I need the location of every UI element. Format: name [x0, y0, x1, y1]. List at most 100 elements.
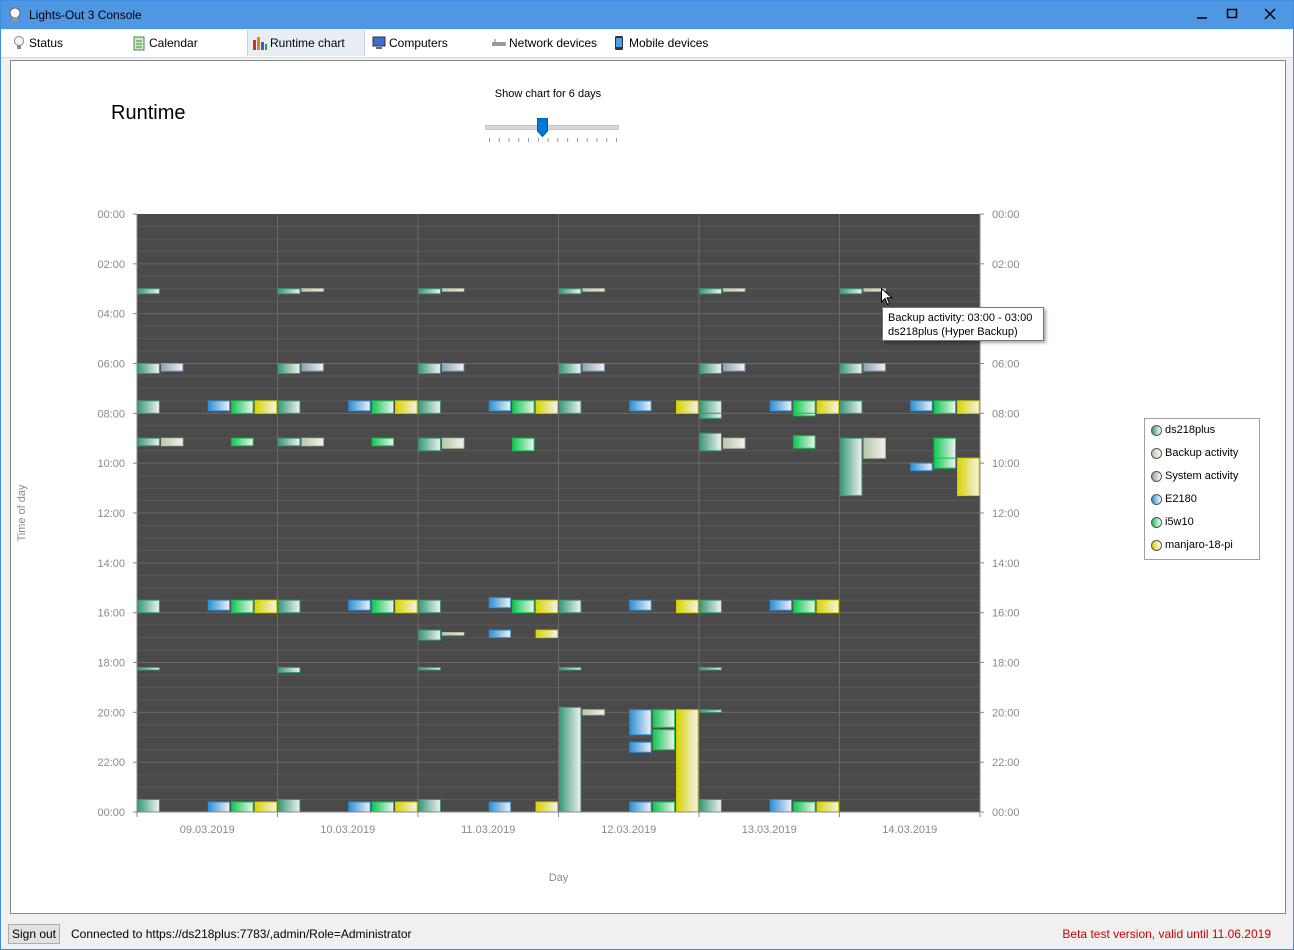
runtime-bar-backup-activity[interactable]	[441, 632, 465, 636]
runtime-bar-e2180[interactable]	[769, 599, 793, 611]
runtime-bar-ds218plus[interactable]	[559, 706, 582, 813]
runtime-bar-i5w10[interactable]	[933, 400, 957, 414]
runtime-bar-e2180[interactable]	[769, 799, 793, 813]
runtime-bar-ds218plus[interactable]	[137, 288, 160, 295]
runtime-bar-manjaro-18-pi[interactable]	[816, 801, 839, 813]
runtime-bar-backup-activity[interactable]	[722, 288, 746, 292]
runtime-bar-e2180[interactable]	[488, 801, 512, 813]
runtime-bar-ds218plus[interactable]	[418, 599, 441, 614]
runtime-bar-e2180[interactable]	[348, 801, 371, 813]
tab-status[interactable]: Status	[7, 30, 125, 56]
runtime-bar-ds218plus[interactable]	[699, 288, 722, 295]
runtime-bar-manjaro-18-pi[interactable]	[395, 400, 418, 414]
runtime-bar-manjaro-18-pi[interactable]	[676, 709, 699, 813]
runtime-bar-i5w10[interactable]	[512, 437, 535, 452]
runtime-bar-manjaro-18-pi[interactable]	[395, 801, 418, 813]
tab-calendar[interactable]: Calendar	[127, 30, 245, 56]
runtime-bar-i5w10[interactable]	[793, 412, 816, 417]
runtime-bar-ds218plus[interactable]	[699, 709, 722, 713]
runtime-bar-i5w10[interactable]	[933, 437, 957, 459]
runtime-bar-i5w10[interactable]	[371, 437, 395, 447]
runtime-bar-backup-activity[interactable]	[301, 437, 324, 447]
runtime-bar-e2180[interactable]	[629, 599, 652, 611]
runtime-bar-backup-activity[interactable]	[301, 288, 324, 292]
runtime-bar-i5w10[interactable]	[371, 400, 395, 414]
tab-computers[interactable]: Computers	[367, 30, 485, 56]
close-button[interactable]	[1255, 1, 1285, 29]
runtime-bar-manjaro-18-pi[interactable]	[254, 801, 277, 813]
runtime-bar-ds218plus[interactable]	[418, 288, 441, 295]
runtime-bar-backup-activity[interactable]	[582, 288, 605, 292]
runtime-bar-backup-activity[interactable]	[722, 437, 746, 449]
runtime-bar-e2180[interactable]	[348, 599, 371, 611]
runtime-bar-ds218plus[interactable]	[137, 400, 160, 414]
runtime-bar-manjaro-18-pi[interactable]	[535, 599, 558, 614]
runtime-bar-ds218plus[interactable]	[137, 437, 160, 447]
maximize-button[interactable]	[1217, 1, 1247, 29]
runtime-bar-manjaro-18-pi[interactable]	[957, 457, 980, 497]
tab-network-devices[interactable]: Network devices	[487, 30, 605, 56]
runtime-bar-manjaro-18-pi[interactable]	[254, 400, 277, 414]
runtime-bar-i5w10[interactable]	[793, 400, 816, 414]
runtime-bar-ds218plus[interactable]	[278, 288, 301, 295]
runtime-bar-ds218plus[interactable]	[418, 437, 441, 452]
runtime-bar-system-activity[interactable]	[722, 363, 746, 372]
runtime-bar-manjaro-18-pi[interactable]	[535, 801, 558, 813]
runtime-bar-system-activity[interactable]	[863, 363, 886, 372]
runtime-bar-i5w10[interactable]	[652, 729, 676, 751]
runtime-bar-backup-activity[interactable]	[441, 437, 465, 449]
runtime-bar-i5w10[interactable]	[512, 599, 535, 614]
runtime-bar-e2180[interactable]	[629, 801, 652, 813]
runtime-bar-e2180[interactable]	[207, 400, 231, 412]
runtime-bar-manjaro-18-pi[interactable]	[395, 599, 418, 614]
runtime-bar-ds218plus[interactable]	[278, 363, 301, 374]
runtime-bar-i5w10[interactable]	[793, 599, 816, 614]
runtime-bar-ds218plus[interactable]	[137, 799, 160, 813]
runtime-bar-ds218plus[interactable]	[699, 412, 722, 419]
runtime-bar-i5w10[interactable]	[231, 801, 254, 813]
runtime-bar-ds218plus[interactable]	[699, 432, 722, 452]
runtime-bar-ds218plus[interactable]	[559, 288, 582, 295]
runtime-bar-e2180[interactable]	[769, 400, 793, 412]
runtime-bar-i5w10[interactable]	[512, 400, 535, 414]
runtime-bar-ds218plus[interactable]	[559, 400, 582, 414]
runtime-bar-e2180[interactable]	[629, 741, 652, 753]
runtime-bar-ds218plus[interactable]	[559, 599, 582, 614]
runtime-bar-system-activity[interactable]	[582, 363, 605, 372]
runtime-bar-ds218plus[interactable]	[699, 799, 722, 813]
runtime-bar-ds218plus[interactable]	[418, 363, 441, 374]
runtime-bar-ds218plus[interactable]	[559, 666, 582, 671]
runtime-bar-i5w10[interactable]	[652, 801, 676, 813]
runtime-bar-backup-activity[interactable]	[863, 437, 886, 459]
runtime-bar-ds218plus[interactable]	[699, 363, 722, 374]
runtime-bar-manjaro-18-pi[interactable]	[816, 400, 839, 414]
runtime-bar-e2180[interactable]	[488, 400, 512, 412]
runtime-bar-backup-activity[interactable]	[441, 288, 465, 292]
runtime-bar-ds218plus[interactable]	[137, 666, 160, 671]
sign-out-button[interactable]: Sign out	[8, 924, 60, 944]
runtime-bar-e2180[interactable]	[910, 400, 933, 412]
runtime-bar-system-activity[interactable]	[441, 363, 465, 372]
runtime-bar-ds218plus[interactable]	[278, 437, 301, 447]
minimize-button[interactable]	[1187, 1, 1217, 29]
tab-mobile-devices[interactable]: Mobile devices	[607, 30, 725, 56]
runtime-bar-e2180[interactable]	[910, 462, 933, 472]
runtime-bar-i5w10[interactable]	[793, 435, 816, 449]
runtime-bar-manjaro-18-pi[interactable]	[676, 400, 699, 414]
runtime-bar-i5w10[interactable]	[793, 801, 816, 813]
runtime-bar-ds218plus[interactable]	[699, 666, 722, 671]
runtime-bar-ds218plus[interactable]	[699, 400, 722, 414]
runtime-bar-ds218plus[interactable]	[418, 799, 441, 813]
runtime-bar-system-activity[interactable]	[301, 363, 324, 372]
runtime-bar-e2180[interactable]	[348, 400, 371, 412]
runtime-bar-ds218plus[interactable]	[559, 363, 582, 374]
runtime-bar-manjaro-18-pi[interactable]	[535, 629, 558, 639]
runtime-bar-e2180[interactable]	[207, 599, 231, 611]
runtime-bar-i5w10[interactable]	[371, 599, 395, 614]
runtime-bar-ds218plus[interactable]	[278, 599, 301, 614]
runtime-bar-manjaro-18-pi[interactable]	[957, 400, 980, 414]
runtime-bar-ds218plus[interactable]	[137, 363, 160, 374]
runtime-bar-e2180[interactable]	[488, 597, 512, 609]
tab-runtime-chart[interactable]: Runtime chart	[247, 30, 365, 56]
runtime-bar-i5w10[interactable]	[231, 599, 254, 614]
